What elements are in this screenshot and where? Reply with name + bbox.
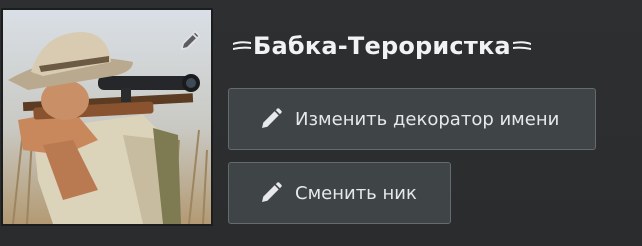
change-nick-button[interactable]: Сменить ник — [228, 162, 451, 224]
avatar[interactable] — [1, 8, 213, 226]
pencil-icon[interactable] — [177, 26, 205, 54]
username-row: Бабка-Терористка — [232, 28, 532, 64]
change-name-decorator-label: Изменить декоратор имени — [295, 108, 560, 130]
pencil-icon — [262, 182, 282, 202]
wing-decoration-icon — [512, 41, 531, 50]
change-name-decorator-button[interactable]: Изменить декоратор имени — [228, 88, 596, 150]
profile-panel: Бабка-Терористка Изменить декоратор имен… — [0, 0, 642, 246]
pencil-icon — [262, 108, 282, 128]
change-nick-label: Сменить ник — [295, 182, 417, 204]
wing-decoration-icon — [233, 41, 251, 50]
username: Бабка-Терористка — [253, 32, 511, 60]
